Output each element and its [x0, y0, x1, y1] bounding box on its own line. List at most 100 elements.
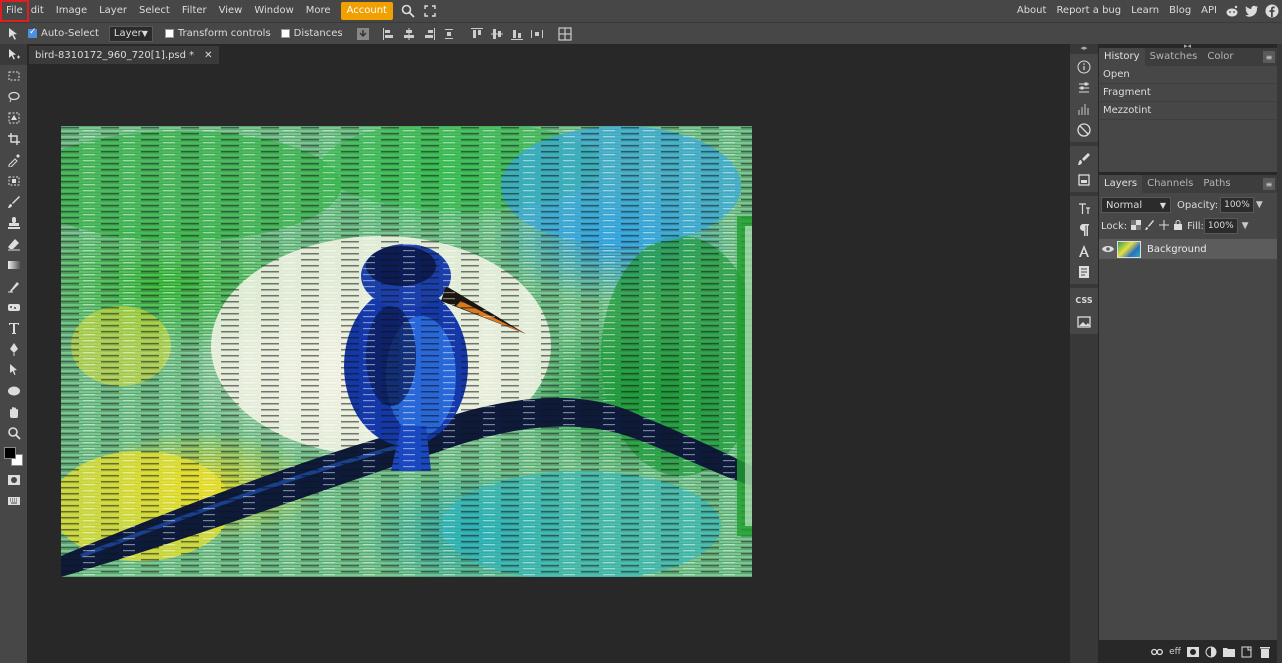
download-icon[interactable]	[353, 24, 373, 44]
distances-check[interactable]	[280, 29, 290, 38]
right-scrollbar[interactable]	[1277, 44, 1282, 663]
histogram-icon[interactable]	[1070, 98, 1098, 119]
align-top-icon[interactable]	[467, 24, 487, 44]
tab-channels[interactable]: Channels	[1142, 175, 1198, 193]
lock-transparency-icon[interactable]	[1131, 219, 1142, 233]
clone-source-icon[interactable]	[1070, 169, 1098, 190]
image-panel-icon[interactable]	[1070, 311, 1098, 332]
auto-select-check[interactable]	[28, 27, 37, 38]
link-icon[interactable]	[1150, 645, 1164, 659]
menu-view[interactable]: View	[213, 0, 249, 22]
adjustment-layer-icon[interactable]	[1204, 645, 1218, 659]
collapse-left-icon[interactable]: ◂▸	[1070, 44, 1098, 52]
account-button[interactable]: Account	[340, 2, 393, 20]
opacity-input[interactable]: 100%	[1220, 197, 1254, 213]
clone-stamp-icon[interactable]	[0, 212, 27, 233]
notes-icon[interactable]	[1070, 261, 1098, 282]
align-right-icon[interactable]	[419, 24, 439, 44]
sponge-icon[interactable]	[0, 296, 27, 317]
layers-menu-icon[interactable]: ≡	[1263, 178, 1275, 190]
fullscreen-icon[interactable]	[419, 0, 441, 22]
pen-tool-icon[interactable]	[0, 338, 27, 359]
effects-icon[interactable]: eff	[1168, 645, 1182, 659]
lock-position-icon[interactable]	[1159, 219, 1170, 233]
tab-layers[interactable]: Layers	[1099, 175, 1143, 193]
css-panel-icon[interactable]: CSS	[1070, 290, 1098, 311]
transform-controls-checkbox[interactable]: Transform controls	[164, 28, 271, 39]
menu-layer[interactable]: Layer	[93, 0, 133, 22]
lasso-tool-icon[interactable]	[0, 86, 27, 107]
smudge-icon[interactable]	[0, 275, 27, 296]
transform-controls-check[interactable]	[164, 29, 174, 38]
distribute-v-icon[interactable]	[527, 24, 547, 44]
menu-more[interactable]: More	[300, 0, 337, 22]
trash-icon[interactable]	[1258, 645, 1272, 659]
type-tool-icon[interactable]	[0, 317, 27, 338]
menu-learn[interactable]: Learn	[1126, 0, 1164, 22]
spot-heal-icon[interactable]	[0, 170, 27, 191]
glyphs-icon[interactable]	[1070, 240, 1098, 261]
eraser-icon[interactable]	[0, 233, 27, 254]
document-tab[interactable]: bird-8310172_960_720[1].psd * ✕	[29, 46, 219, 64]
menu-edit[interactable]: dit	[29, 0, 50, 22]
marquee-tool-icon[interactable]	[0, 65, 27, 86]
menu-about[interactable]: About	[1012, 0, 1052, 22]
history-item[interactable]: Open	[1099, 66, 1277, 84]
menu-report-bug[interactable]: Report a bug	[1051, 0, 1126, 22]
distances-checkbox[interactable]: Distances	[280, 28, 343, 39]
tab-history[interactable]: History	[1099, 48, 1145, 66]
brush-settings-icon[interactable]	[1070, 148, 1098, 169]
tab-paths[interactable]: Paths	[1198, 175, 1235, 193]
menu-select[interactable]: Select	[133, 0, 176, 22]
reddit-icon[interactable]	[1222, 0, 1242, 22]
mask-icon[interactable]	[1186, 645, 1200, 659]
paragraph-icon[interactable]	[1070, 219, 1098, 240]
menu-file[interactable]: File	[0, 0, 29, 22]
close-icon[interactable]: ✕	[204, 50, 212, 61]
twitter-icon[interactable]	[1242, 0, 1262, 22]
shape-tool-icon[interactable]	[0, 380, 27, 401]
zoom-tool-icon[interactable]	[0, 422, 27, 443]
gradient-icon[interactable]	[0, 254, 27, 275]
canvas-area[interactable]	[27, 64, 1070, 663]
facebook-icon[interactable]	[1262, 0, 1282, 22]
lock-all-icon[interactable]	[1173, 219, 1183, 233]
layer-select[interactable]: Layer ▼	[108, 25, 153, 42]
folder-icon[interactable]	[1222, 645, 1236, 659]
crop-tool-icon[interactable]	[0, 128, 27, 149]
fill-dropdown-icon[interactable]: ▼	[1242, 221, 1249, 231]
fill-input[interactable]: 100%	[1203, 218, 1238, 234]
lock-pixels-icon[interactable]	[1145, 219, 1155, 233]
history-menu-icon[interactable]: ≡	[1263, 51, 1275, 63]
eyedropper-icon[interactable]	[0, 149, 27, 170]
quick-select-icon[interactable]	[0, 107, 27, 128]
align-center-h-icon[interactable]	[399, 24, 419, 44]
hand-tool-icon[interactable]	[0, 401, 27, 422]
history-item[interactable]: Fragment	[1099, 84, 1277, 102]
adjustments-icon[interactable]	[1070, 77, 1098, 98]
distribute-h-icon[interactable]	[439, 24, 459, 44]
grid-icon[interactable]	[555, 24, 575, 44]
brush-tool-icon[interactable]	[0, 191, 27, 212]
tab-swatches[interactable]: Swatches	[1145, 48, 1203, 66]
align-middle-icon[interactable]	[487, 24, 507, 44]
menu-api[interactable]: API	[1196, 0, 1222, 22]
move-tool-icon[interactable]	[0, 44, 27, 65]
align-bottom-icon[interactable]	[507, 24, 527, 44]
layer-row[interactable]: Background	[1099, 239, 1277, 259]
path-select-icon[interactable]	[0, 359, 27, 380]
history-item[interactable]: Mezzotint	[1099, 102, 1277, 120]
document-canvas[interactable]	[61, 126, 752, 577]
keyboard-icon[interactable]	[0, 490, 27, 511]
menu-image[interactable]: Image	[50, 0, 93, 22]
move-tool-icon[interactable]	[0, 23, 28, 45]
auto-select-checkbox[interactable]: Auto-Select	[28, 27, 99, 39]
menu-filter[interactable]: Filter	[176, 0, 213, 22]
character-icon[interactable]	[1070, 198, 1098, 219]
info-icon[interactable]	[1070, 56, 1098, 77]
blend-mode-select[interactable]: Normal ▼	[1101, 197, 1171, 213]
tab-color[interactable]: Color	[1202, 48, 1238, 66]
search-icon[interactable]	[397, 0, 419, 22]
new-layer-icon[interactable]	[1240, 645, 1254, 659]
menu-window[interactable]: Window	[248, 0, 299, 22]
